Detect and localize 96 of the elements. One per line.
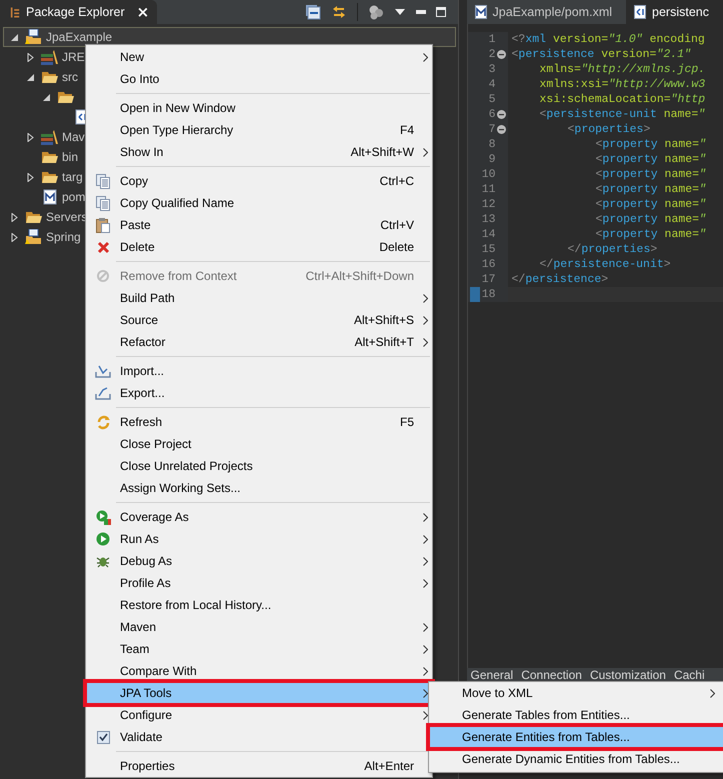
- code-token: <: [596, 198, 602, 211]
- line-number: 13: [482, 213, 496, 226]
- code-token: name=: [664, 168, 700, 181]
- tree-label: pom: [62, 190, 86, 204]
- code-token: name=: [664, 153, 700, 166]
- view-title: Package Explorer: [26, 5, 125, 19]
- shortcut-label: Alt+Shift+T: [354, 335, 414, 349]
- code-token: <: [596, 228, 602, 241]
- code-token: ": [699, 213, 706, 226]
- shortcut-label: Alt+Shift+W: [350, 145, 414, 159]
- tree-label: Mav: [62, 130, 85, 144]
- code-token: xmlns:xsi=: [540, 78, 609, 91]
- code-token: property: [602, 168, 658, 181]
- code-token: <: [540, 108, 546, 121]
- code-token: >: [664, 258, 671, 271]
- code-token: property: [602, 183, 658, 196]
- code-token: </: [540, 258, 554, 271]
- line-number: 11: [482, 183, 496, 196]
- code-token: name=: [664, 198, 700, 211]
- code-token: "http://xmlns.jcp.: [580, 63, 706, 76]
- code-token: <: [596, 168, 602, 181]
- code-token: name=: [662, 108, 698, 121]
- code-token: version=: [600, 48, 656, 61]
- code-token: "2.1": [656, 48, 691, 61]
- code-token: name=: [664, 183, 700, 196]
- tree-label: bin: [62, 150, 78, 164]
- code-token: xml: [525, 33, 546, 46]
- code-token: ": [699, 228, 706, 241]
- code-token: <: [568, 123, 574, 136]
- shortcut-label: F5: [400, 415, 414, 429]
- code-token: properties: [581, 243, 650, 256]
- code-token: property: [602, 228, 658, 241]
- shortcut-label: F4: [400, 123, 414, 137]
- line-number: 1: [488, 33, 496, 46]
- line-number: 15: [482, 243, 496, 256]
- code-token: "1.0": [608, 33, 643, 46]
- tree-label: Spring: [46, 230, 81, 244]
- code-token: xsi:schemaLocation=: [540, 93, 671, 106]
- line-number: 3: [488, 63, 496, 76]
- code-token: <: [596, 183, 602, 196]
- tree-label: JRE: [62, 50, 85, 64]
- code-token: <: [596, 153, 602, 166]
- code-token: >: [643, 123, 650, 136]
- code-token: property: [602, 213, 658, 226]
- code-token: property: [602, 138, 658, 151]
- line-number: 5: [488, 93, 496, 106]
- shortcut-label: Alt+Enter: [364, 759, 414, 773]
- code-token: persistence-unit: [546, 108, 657, 121]
- line-number: 6: [488, 108, 496, 121]
- code-token: ": [699, 153, 706, 166]
- code-token: name=: [664, 228, 700, 241]
- line-number: 14: [482, 228, 496, 241]
- code-token: xmlns=: [540, 63, 581, 76]
- code-token: property: [602, 153, 658, 166]
- code-token: ": [699, 138, 706, 151]
- code-token: version=: [552, 33, 608, 46]
- shortcut-label: Alt+Shift+S: [354, 313, 414, 327]
- line-number: 4: [488, 78, 496, 91]
- code-token: name=: [664, 213, 700, 226]
- code-token: encoding: [648, 33, 705, 46]
- code-token: ": [699, 168, 706, 181]
- code-token: persistence: [525, 273, 602, 286]
- code-token: persistence-unit: [553, 258, 664, 271]
- code-token: property: [602, 198, 658, 211]
- line-number: 8: [488, 138, 496, 151]
- shortcut-label: Ctrl+C: [380, 174, 414, 188]
- tree-label: targ: [62, 170, 83, 184]
- code-token: <: [512, 48, 518, 61]
- line-number: 18: [482, 288, 496, 301]
- code-token: </: [512, 273, 526, 286]
- code-token: >: [601, 273, 608, 286]
- code-token: <?: [512, 33, 526, 46]
- shortcut-label: Ctrl+Alt+Shift+Down: [306, 269, 414, 283]
- shortcut-label: Delete: [379, 240, 414, 254]
- code-token: ": [698, 108, 706, 121]
- code-token: <: [596, 138, 602, 151]
- code-token: properties: [574, 123, 644, 136]
- code-token: ": [699, 183, 706, 196]
- code-token: <: [596, 213, 602, 226]
- shortcut-label: Ctrl+V: [380, 218, 414, 232]
- code-token: </: [568, 243, 582, 256]
- tree-label: JpaExample: [46, 30, 112, 44]
- code-token: >: [650, 243, 658, 256]
- line-number: 17: [482, 273, 496, 286]
- code-token: "http: [670, 93, 706, 106]
- code-token: name=: [664, 138, 700, 151]
- code-token: "http://www.w3: [608, 78, 706, 91]
- line-number: 7: [488, 123, 496, 136]
- code-token: ": [699, 198, 706, 211]
- line-number: 2: [488, 48, 496, 61]
- line-number: 9: [488, 153, 496, 166]
- tree-label: src: [62, 70, 78, 84]
- line-number: 16: [482, 258, 496, 271]
- code-token: persistence: [518, 48, 594, 61]
- line-number: 10: [482, 168, 496, 181]
- line-number: 12: [482, 198, 496, 211]
